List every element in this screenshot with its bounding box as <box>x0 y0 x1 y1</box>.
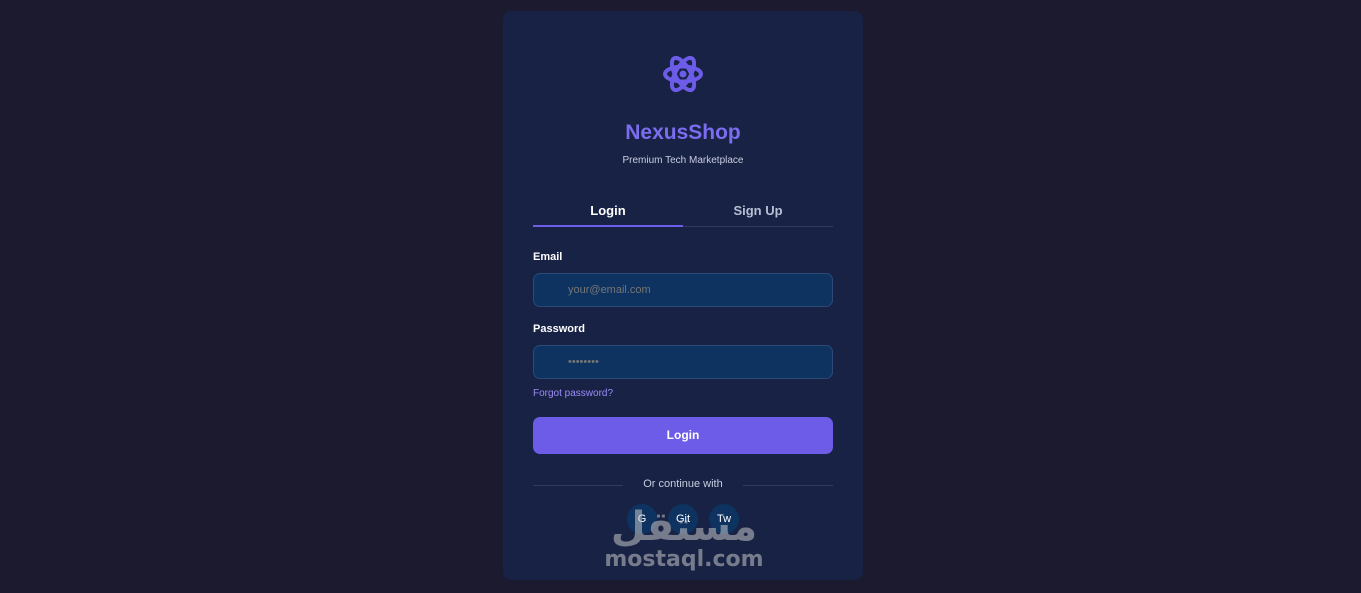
or-continue-text: Or continue with <box>643 478 723 490</box>
password-field[interactable] <box>533 345 833 379</box>
password-label: Password <box>533 323 585 335</box>
tab-sign-up[interactable]: Sign Up <box>683 200 833 226</box>
login-button[interactable]: Login <box>533 417 833 454</box>
tab-login[interactable]: Login <box>533 200 683 227</box>
divider-right <box>743 485 833 486</box>
login-card: NexusShop Premium Tech Marketplace Login… <box>503 11 863 580</box>
watermark: مستقل mostaql.com <box>599 506 769 572</box>
watermark-latin: mostaql.com <box>604 547 764 572</box>
auth-tabs: Login Sign Up <box>533 200 833 227</box>
brand-name: NexusShop <box>625 121 741 144</box>
email-field[interactable] <box>533 273 833 307</box>
watermark-arabic: مستقل <box>610 504 758 550</box>
email-label: Email <box>533 251 563 263</box>
atom-icon <box>663 55 703 93</box>
forgot-password-link[interactable]: Forgot password? <box>533 388 613 399</box>
brand-tagline: Premium Tech Marketplace <box>622 155 744 166</box>
